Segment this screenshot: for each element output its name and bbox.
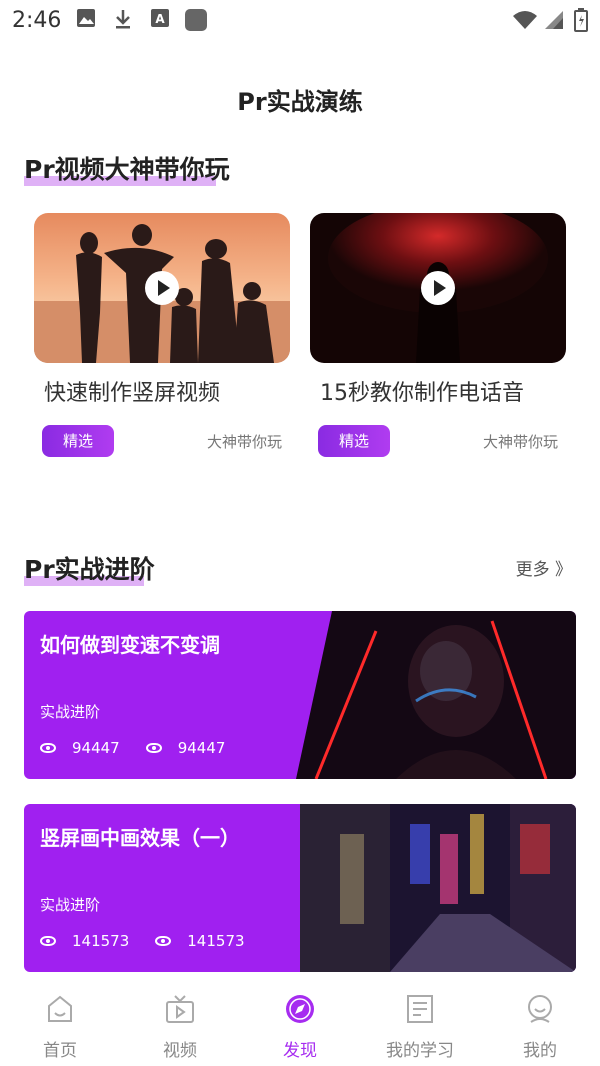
neon-street-image <box>300 804 576 972</box>
home-icon <box>48 995 72 1022</box>
section-title-advanced: Pr实战进阶 <box>24 550 155 586</box>
nav-label: 视频 <box>163 1041 197 1061</box>
nav-home[interactable]: 首页 <box>0 994 120 1061</box>
lesson-card-2[interactable]: 竖屏画中画效果（一） 实战进阶 141573 141573 <box>24 804 576 972</box>
play-count: 141573 <box>187 932 245 950</box>
play-icon[interactable] <box>145 271 179 305</box>
section-title-featured: Pr视频大神带你玩 <box>24 150 230 186</box>
nav-label: 我的学习 <box>386 1041 454 1061</box>
play-icon[interactable] <box>421 271 455 305</box>
nav-label: 我的 <box>523 1041 557 1061</box>
lesson-card-1[interactable]: 如何做到变速不变调 实战进阶 94447 94447 <box>24 611 576 779</box>
lesson-title[interactable]: 如何做到变速不变调 <box>40 629 220 658</box>
app-icon <box>185 9 207 31</box>
bottom-nav: 首页 视频 发现 我的学习 我的 <box>0 984 600 1066</box>
wifi-icon <box>513 11 537 29</box>
section-title-text: Pr实战进阶 <box>24 555 155 584</box>
download-icon <box>116 10 130 29</box>
video-author: 大神带你玩 <box>482 433 558 451</box>
text-icon: A <box>151 9 169 27</box>
lesson-category: 实战进阶 <box>40 703 101 721</box>
tv-icon <box>166 995 194 1023</box>
more-link[interactable]: 更多 》 <box>516 555 572 580</box>
eye-icon <box>40 743 56 753</box>
video-thumbnail-1[interactable] <box>34 213 290 363</box>
nav-label: 发现 <box>283 1041 317 1061</box>
section-title-text: Pr视频大神带你玩 <box>24 155 230 184</box>
play-count: 94447 <box>177 739 226 757</box>
notebook-icon <box>407 995 433 1023</box>
video-card-1[interactable]: 快速制作竖屏视频 精选 大神带你玩 <box>34 213 290 457</box>
eye-icon <box>40 936 56 946</box>
status-bar: 2:46 A <box>0 0 600 44</box>
featured-badge: 精选 <box>318 425 390 457</box>
lesson-category: 实战进阶 <box>40 896 101 914</box>
status-time: 2:46 <box>12 8 62 33</box>
page-title: Pr实战演练 <box>237 88 363 116</box>
battery-icon <box>574 8 588 32</box>
compass-icon <box>286 995 314 1023</box>
neon-portrait-image <box>296 611 576 779</box>
lesson-stats: 94447 94447 <box>40 739 251 757</box>
eye-icon <box>155 936 172 946</box>
nav-discover[interactable]: 发现 <box>240 994 360 1061</box>
lesson-title[interactable]: 竖屏画中画效果（一） <box>40 822 240 851</box>
video-thumbnail-2[interactable] <box>310 213 566 363</box>
view-count: 141573 <box>72 932 130 950</box>
signal-icon <box>545 11 563 29</box>
video-meta: 精选 大神带你玩 <box>34 425 290 457</box>
featured-badge: 精选 <box>42 425 114 457</box>
video-meta: 精选 大神带你玩 <box>310 425 566 457</box>
nav-my-learning[interactable]: 我的学习 <box>360 994 480 1061</box>
view-count: 94447 <box>72 739 120 757</box>
video-title[interactable]: 快速制作竖屏视频 <box>34 375 290 407</box>
image-icon <box>77 9 95 27</box>
nav-profile[interactable]: 我的 <box>480 994 600 1061</box>
eye-icon <box>145 743 162 753</box>
video-title[interactable]: 15秒教你制作电话音 <box>310 375 566 407</box>
nav-video[interactable]: 视频 <box>120 994 240 1061</box>
video-author: 大神带你玩 <box>206 433 282 451</box>
video-card-2[interactable]: 15秒教你制作电话音 精选 大神带你玩 <box>310 213 566 457</box>
nav-label: 首页 <box>43 1041 77 1061</box>
svg-text:A: A <box>155 12 165 26</box>
lesson-stats: 141573 141573 <box>40 932 271 950</box>
person-icon <box>528 995 552 1023</box>
